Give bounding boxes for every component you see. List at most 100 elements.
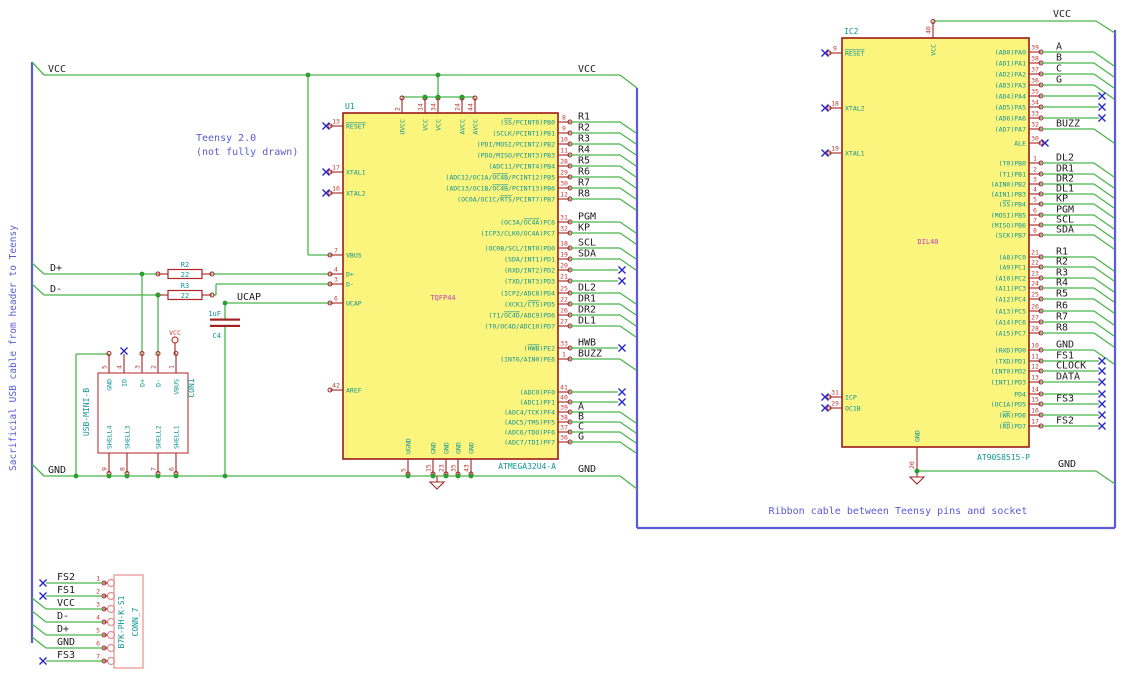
component-ref[interactable]: R2 xyxy=(181,261,189,269)
net-label[interactable]: D- xyxy=(57,611,69,622)
pin-name: (SDA/INT1)PD1 xyxy=(504,256,555,264)
net-label[interactable]: KP xyxy=(578,223,590,234)
net-label[interactable]: R5 xyxy=(578,156,590,167)
component-value[interactable]: USB-MINI-B xyxy=(82,388,91,436)
net-label[interactable]: SDA xyxy=(578,249,596,260)
junction-dot xyxy=(155,473,161,479)
net-label[interactable]: R7 xyxy=(578,178,590,189)
component-ref[interactable]: C4 xyxy=(213,332,221,340)
net-label[interactable]: DR2 xyxy=(578,305,596,316)
net-label[interactable]: GND xyxy=(57,637,75,648)
net-label[interactable]: G xyxy=(1056,75,1062,86)
net-label[interactable]: FS3 xyxy=(1056,394,1074,405)
no-connect-x-icon xyxy=(1098,357,1106,365)
pin-number: 1 xyxy=(1033,155,1037,163)
net-label[interactable]: CLOCK xyxy=(1056,361,1086,372)
net-label[interactable]: FS2 xyxy=(1056,416,1074,427)
pin-number: 7 xyxy=(334,247,338,255)
net-label[interactable]: R1 xyxy=(578,112,590,123)
net-label[interactable]: A xyxy=(1056,42,1062,53)
junction-dot xyxy=(222,473,228,479)
net-label[interactable]: PGM xyxy=(578,212,596,223)
net-label[interactable]: DATA xyxy=(1056,372,1080,383)
pin-number: 26 xyxy=(1031,303,1039,311)
net-label[interactable]: R2 xyxy=(578,123,590,134)
pin-name: SHELL4 xyxy=(106,425,114,449)
net-label[interactable]: R3 xyxy=(578,134,590,145)
pin-number: 16 xyxy=(332,185,340,193)
component-ref[interactable]: IC2 xyxy=(844,27,859,36)
net-label[interactable]: G xyxy=(578,432,584,443)
pin-number: 9 xyxy=(833,45,837,53)
net-label[interactable]: FS3 xyxy=(57,650,75,661)
net-label[interactable]: GND xyxy=(1058,459,1076,470)
net-label[interactable]: GND xyxy=(1056,340,1074,351)
wire-segment xyxy=(31,623,47,636)
net-label[interactable]: UCAP xyxy=(237,292,261,303)
net-label[interactable]: D+ xyxy=(50,263,62,274)
wire-segment xyxy=(31,61,45,76)
pin-number: 7 xyxy=(96,653,100,661)
pin-number: 33 xyxy=(1031,110,1039,118)
net-label[interactable]: R7 xyxy=(1056,312,1068,323)
net-label[interactable]: BUZZ xyxy=(578,349,602,360)
net-label[interactable]: BUZZ xyxy=(1056,119,1080,130)
net-label[interactable]: R4 xyxy=(1056,278,1068,289)
pin-number: 28 xyxy=(1031,325,1039,333)
net-label[interactable]: R2 xyxy=(1056,257,1068,268)
net-label[interactable]: VCC xyxy=(578,64,596,75)
pin-number: 4 xyxy=(116,365,124,369)
capacitor-plate xyxy=(210,318,240,321)
net-label[interactable]: D+ xyxy=(57,624,69,635)
pin-number: 3 xyxy=(96,601,100,609)
component-value[interactable]: 22 xyxy=(181,292,189,300)
component-ref[interactable]: CON1 xyxy=(187,378,196,397)
net-label[interactable]: DL2 xyxy=(1056,153,1074,164)
pin-number: 1 xyxy=(168,365,176,369)
vcc-flag-icon xyxy=(171,336,179,344)
wire-segment xyxy=(619,132,637,145)
net-label[interactable]: VCC xyxy=(57,598,75,609)
junction-dot xyxy=(305,72,311,78)
junction-dot xyxy=(222,300,228,306)
net-label[interactable]: DR1 xyxy=(578,294,596,305)
component-ref[interactable]: U1 xyxy=(345,102,355,111)
component-ref[interactable]: CONN_7 xyxy=(131,607,140,636)
net-label[interactable]: R6 xyxy=(578,167,590,178)
net-label[interactable]: C xyxy=(1056,64,1062,75)
annotation-ribbon-cable: Ribbon cable between Teensy pins and soc… xyxy=(769,506,1028,517)
component-value[interactable]: B7K-PH-K-S1 xyxy=(117,595,126,648)
pin-name: (ADC13/OC1B/OC4B/PCINT13)PB6 xyxy=(445,185,555,193)
annotation-left-cable: Sacrificial USB cable from header to Tee… xyxy=(8,225,19,471)
net-label[interactable]: R4 xyxy=(578,145,590,156)
net-label[interactable]: R8 xyxy=(578,189,590,200)
component-ref[interactable]: R3 xyxy=(181,282,189,290)
net-label[interactable]: DL1 xyxy=(578,316,596,327)
net-label[interactable]: VCC xyxy=(1053,9,1071,20)
net-label[interactable]: GND xyxy=(48,465,66,476)
net-label[interactable]: R6 xyxy=(1056,301,1068,312)
net-label[interactable]: SCL xyxy=(578,238,596,249)
pin-number: 44 xyxy=(467,103,475,111)
pin-name: ID xyxy=(121,379,129,387)
wire-segment xyxy=(1095,470,1116,485)
net-label[interactable]: D- xyxy=(50,284,62,295)
pin-name: D- xyxy=(346,281,354,289)
net-label[interactable]: FS2 xyxy=(57,572,75,583)
net-label[interactable]: FS1 xyxy=(57,585,75,596)
net-label[interactable]: SDA xyxy=(1056,225,1074,236)
no-connect-x-icon xyxy=(39,592,47,600)
wire-segment xyxy=(619,74,638,89)
net-label[interactable]: GND xyxy=(578,464,596,475)
component-value[interactable]: 22 xyxy=(181,271,189,279)
net-label[interactable]: B xyxy=(1056,53,1062,64)
net-label[interactable]: VCC xyxy=(48,64,66,75)
pin-name: (ADC7/TDI)PF7 xyxy=(504,439,555,447)
pin-number: 13 xyxy=(332,118,340,126)
net-label[interactable]: KP xyxy=(1056,194,1068,205)
component-value[interactable]: 1uF xyxy=(208,310,221,318)
net-label[interactable]: R5 xyxy=(1056,289,1068,300)
net-label[interactable]: R8 xyxy=(1056,323,1068,334)
net-label[interactable]: HWB xyxy=(578,338,596,349)
net-label[interactable]: DL2 xyxy=(578,283,596,294)
